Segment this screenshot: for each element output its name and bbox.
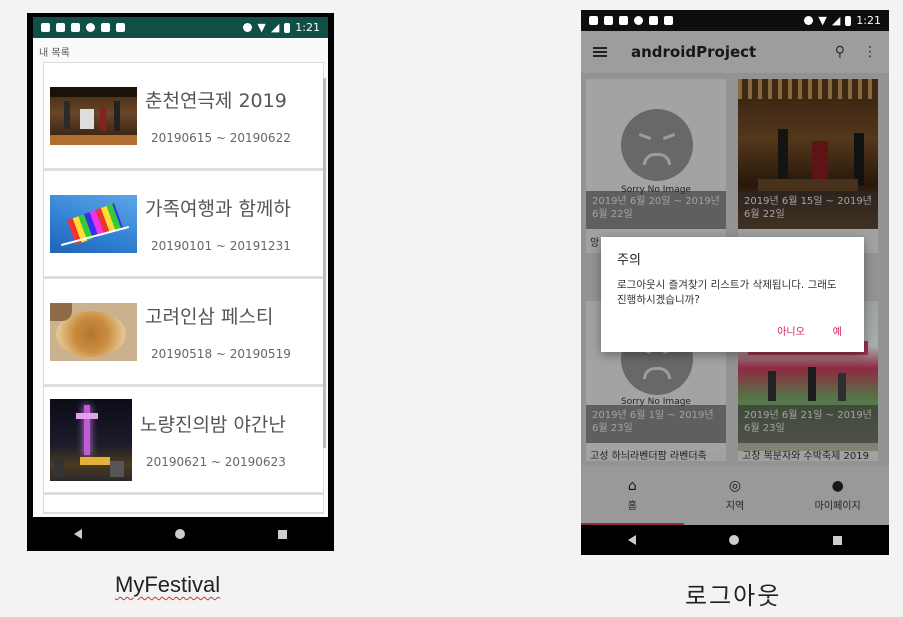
festival-title: 고려인삼 페스티	[145, 306, 274, 328]
festival-thumbnail	[50, 302, 137, 361]
dnd-icon	[804, 16, 814, 25]
system-nav-bar	[581, 525, 889, 555]
festival-title: 노량진의밤 야간난	[140, 414, 286, 436]
recents-icon[interactable]	[278, 529, 288, 539]
notification-icon	[56, 23, 65, 32]
home-screen: androidProject ⚲ ⋮ Sorry No Image 2019년 …	[581, 31, 889, 525]
play-store-icon	[664, 16, 673, 25]
circle-icon	[86, 23, 95, 32]
status-bar: ▼ ◢ 1:21	[581, 10, 889, 31]
myfestival-phone: ▼ ◢ 1:21 내 목록 춘천연극제 2019 20190615 ~ 2019…	[27, 13, 334, 551]
sdcard-icon	[649, 16, 658, 25]
festival-list-item[interactable]: 노량진의밤 야간난 20190621 ~ 20190623	[43, 386, 324, 494]
back-icon[interactable]	[73, 529, 82, 539]
wifi-icon: ▼	[818, 14, 827, 27]
festival-thumbnail	[50, 86, 137, 145]
caption-logout: 로그아웃	[685, 582, 782, 610]
scrollbar[interactable]	[323, 78, 326, 448]
recents-icon[interactable]	[833, 535, 843, 545]
dialog-title: 주의	[617, 253, 641, 268]
festival-list-item[interactable]: 가족여행과 함께하 20190101 ~ 20191231	[43, 170, 324, 278]
sdcard-icon	[101, 23, 110, 32]
mail-icon	[619, 16, 628, 25]
festival-list-item[interactable]	[43, 494, 324, 514]
festival-dates: 20190101 ~ 20191231	[151, 239, 291, 253]
home-button-icon[interactable]	[729, 535, 740, 545]
clock: 1:21	[856, 14, 881, 27]
festival-thumbnail	[50, 194, 137, 253]
logout-confirm-dialog: 주의 로그아웃시 즐겨찾기 리스트가 삭제됩니다. 그래도 진행하시겠습니까? …	[601, 237, 864, 352]
festival-list-item[interactable]: 고려인삼 페스티 20190518 ~ 20190519	[43, 278, 324, 386]
home-button-icon[interactable]	[174, 529, 185, 539]
signal-icon: ◢	[831, 14, 841, 27]
festival-title: 가족여행과 함께하	[145, 198, 291, 220]
signal-icon: ◢	[270, 21, 280, 34]
list-header: 내 목록	[39, 48, 70, 59]
festival-dates: 20190621 ~ 20190623	[146, 455, 286, 469]
battery-icon	[284, 22, 291, 33]
shield-icon	[589, 16, 598, 25]
no-button[interactable]: 아니오	[777, 323, 805, 338]
yes-button[interactable]: 예	[833, 323, 842, 338]
festival-dates: 20190518 ~ 20190519	[151, 347, 291, 361]
notification-icons	[41, 23, 125, 32]
status-bar: ▼ ◢ 1:21	[33, 17, 328, 38]
mail-icon	[71, 23, 80, 32]
logout-phone: ▼ ◢ 1:21 androidProject ⚲ ⋮ Sorry No Ima…	[581, 10, 889, 555]
dialog-message: 로그아웃시 즐겨찾기 리스트가 삭제됩니다. 그래도 진행하시겠습니까?	[617, 279, 837, 306]
back-icon[interactable]	[627, 535, 636, 545]
dnd-icon	[243, 23, 253, 32]
caption-myfestival: MyFestival	[115, 572, 221, 597]
circle-icon	[634, 16, 643, 25]
clock: 1:21	[295, 21, 320, 34]
shield-icon	[41, 23, 50, 32]
festival-dates: 20190615 ~ 20190622	[151, 131, 291, 145]
festival-thumbnail	[50, 398, 132, 481]
notification-icon	[604, 16, 613, 25]
festival-list-screen: 내 목록 춘천연극제 2019 20190615 ~ 20190622 가족여행…	[33, 38, 328, 517]
play-store-icon	[116, 23, 125, 32]
festival-title: 춘천연극제 2019	[145, 90, 287, 112]
battery-icon	[845, 15, 852, 26]
system-nav-bar	[27, 517, 334, 551]
notification-icons	[589, 16, 673, 25]
festival-list-item[interactable]: 춘천연극제 2019 20190615 ~ 20190622	[43, 62, 324, 170]
wifi-icon: ▼	[257, 21, 266, 34]
